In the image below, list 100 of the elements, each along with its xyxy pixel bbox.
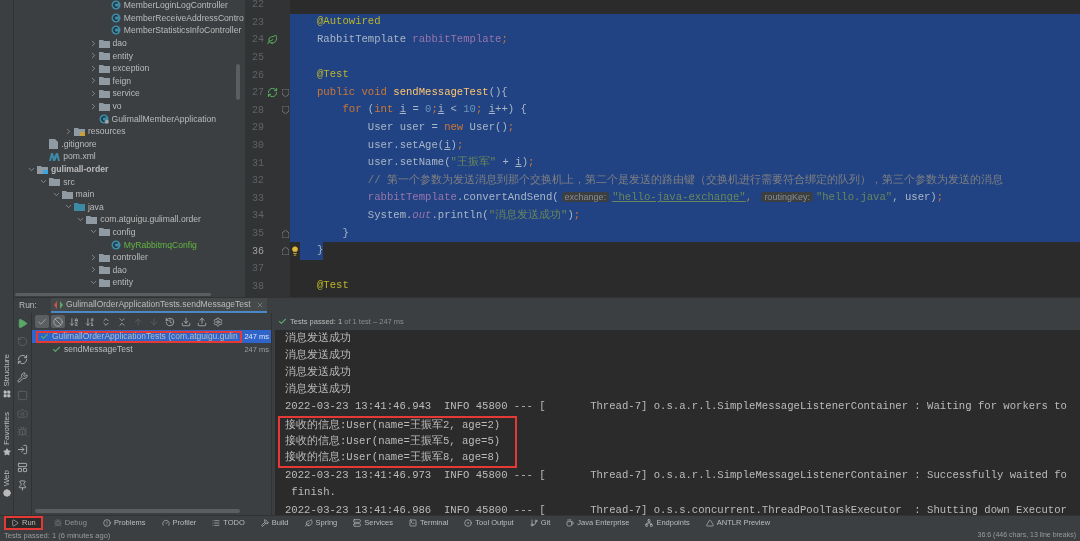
folder-icon	[86, 214, 98, 224]
tree-item[interactable]: feign	[112, 74, 132, 87]
folder-icon	[98, 88, 110, 98]
code-line: }	[317, 243, 324, 259]
folder-icon	[98, 252, 110, 262]
check-icon	[278, 317, 287, 326]
import-icon[interactable]	[179, 315, 193, 328]
tree-item[interactable]: config	[112, 226, 136, 238]
fold-marker-icon[interactable]	[282, 229, 289, 238]
code-line: RabbitTemplate rabbitTemplate;	[317, 32, 508, 48]
alert-icon	[102, 519, 111, 527]
history-icon[interactable]	[163, 315, 177, 328]
sort-icon[interactable]	[67, 315, 81, 328]
code-line: user.setAge(i);	[366, 137, 464, 153]
triangle-icon	[705, 519, 714, 527]
tree-item[interactable]: controller	[112, 251, 148, 264]
panel-title: Run:	[19, 299, 37, 312]
export-icon[interactable]	[195, 315, 209, 328]
console-line: 消息发送成功	[284, 330, 352, 346]
tree-item[interactable]: src	[63, 175, 75, 188]
run-test-icon[interactable]	[267, 87, 278, 99]
toggle-icon[interactable]	[17, 354, 28, 365]
fold-marker-icon[interactable]	[282, 106, 289, 115]
run-tab[interactable]: GulimallOrderApplicationTests.sendMessageTest	[50, 298, 267, 313]
tree-item[interactable]: com.atguigu.gulimall.order	[100, 213, 201, 226]
tree-item[interactable]: gulimall-order	[51, 163, 109, 175]
code-line: rabbitTemplate.convertAndSend( exchange: "hello-java-exchange", routingKey: "hello.java", user);	[366, 190, 944, 206]
tree-item[interactable]: entity	[112, 276, 134, 289]
folder-icon	[73, 202, 85, 212]
tree-item[interactable]: MemberStatisticsInfoController	[123, 24, 242, 37]
tree-item[interactable]: MyRabbitmqConfig	[123, 238, 197, 251]
tree-item[interactable]: .gitignore	[61, 137, 97, 150]
layout-icon[interactable]	[17, 462, 28, 473]
sort-icon[interactable]	[83, 315, 97, 328]
folder-icon	[98, 277, 110, 287]
tree-item[interactable]: pom.xml	[63, 150, 96, 163]
fold-marker-icon[interactable]	[282, 247, 289, 256]
code-line: user.setName("王振军" + i);	[366, 155, 535, 171]
console-line: 2022-03-23 13:41:46.943 INFO 45800 --- [ Thread-7] o.s.a.r.l.SimpleMessageListenerContainer : Waiting for workers to	[284, 399, 1068, 415]
tree-item[interactable]: vo	[112, 100, 122, 113]
console-line: finish.	[290, 485, 337, 501]
tree-item[interactable]: dao	[112, 37, 127, 50]
code-line: for (int i = 0;i < 10; i++) {	[341, 102, 527, 118]
tree-item[interactable]: dao	[112, 263, 127, 276]
grid-icon[interactable]	[2, 389, 11, 398]
folder-icon	[98, 38, 110, 48]
folder-icon	[98, 51, 110, 61]
console-line: 接收的信息:User(name=王振军2, age=2)	[278, 415, 517, 434]
tree-item[interactable]: main	[75, 188, 95, 201]
line-number: 36	[251, 244, 264, 259]
test-icon	[53, 300, 63, 309]
tree-item[interactable]: service	[112, 87, 140, 100]
side-tab[interactable]: Web	[0, 469, 13, 486]
server-icon	[353, 519, 362, 527]
test-name: sendMessageTest	[64, 343, 133, 356]
run-icon[interactable]	[17, 318, 28, 329]
check-icon[interactable]	[35, 315, 49, 328]
folder-icon	[98, 227, 110, 237]
tree-item[interactable]: MemberLoginLogController	[123, 0, 228, 12]
side-tab[interactable]: Structure	[0, 354, 13, 387]
lightbulb-icon[interactable]	[290, 246, 300, 257]
class-icon	[98, 113, 109, 124]
terminal-icon	[409, 519, 417, 527]
folder-icon	[98, 63, 110, 73]
ignored-icon[interactable]	[51, 315, 65, 328]
star-icon[interactable]	[2, 447, 11, 456]
globe-icon[interactable]	[2, 489, 11, 497]
output-icon	[464, 519, 473, 527]
tree-item[interactable]: java	[87, 200, 104, 213]
pin-icon[interactable]	[17, 480, 28, 491]
console-line: 消息发送成功	[284, 382, 352, 398]
folder-icon	[61, 189, 73, 199]
side-tab[interactable]: Favorites	[0, 411, 13, 445]
code-line: @Test	[317, 67, 349, 83]
console-line: 接收的信息:User(name=王振军5, age=5)	[278, 433, 517, 451]
console-line: 消息发送成功	[284, 347, 352, 363]
tree-item[interactable]: MemberReceiveAddressContro	[123, 11, 244, 24]
exit-icon[interactable]	[17, 444, 28, 455]
class-icon	[110, 12, 121, 23]
tree-item[interactable]: entity	[112, 49, 134, 62]
play-icon	[11, 519, 19, 527]
leaf-icon	[304, 519, 313, 527]
cup-icon	[566, 519, 575, 527]
code-line: }	[341, 225, 349, 241]
tree-item[interactable]: resources	[87, 125, 126, 138]
wrench-icon[interactable]	[17, 372, 28, 383]
console-line: 2022-03-23 13:41:46.986 INFO 45800 --- [ Thread-7] o.s.s.concurrent.ThreadPoolTaskExecutor : Shutting down Executor	[284, 502, 1068, 515]
tree-item[interactable]: exception	[112, 62, 150, 75]
folder-icon	[49, 177, 61, 187]
hammer-icon	[260, 519, 269, 527]
folder-icon	[98, 76, 110, 86]
tree-item[interactable]: GulimallMemberApplication	[111, 112, 217, 125]
folder-icon	[37, 164, 48, 174]
console-line: 接收的信息:User(name=王振军8, age=8)	[278, 450, 517, 468]
close-icon[interactable]	[255, 300, 264, 309]
folder-icon	[98, 265, 110, 275]
settings-icon[interactable]	[211, 315, 225, 328]
bean-icon[interactable]	[267, 34, 278, 46]
class-icon	[110, 0, 121, 11]
fold-marker-icon[interactable]	[282, 88, 289, 97]
